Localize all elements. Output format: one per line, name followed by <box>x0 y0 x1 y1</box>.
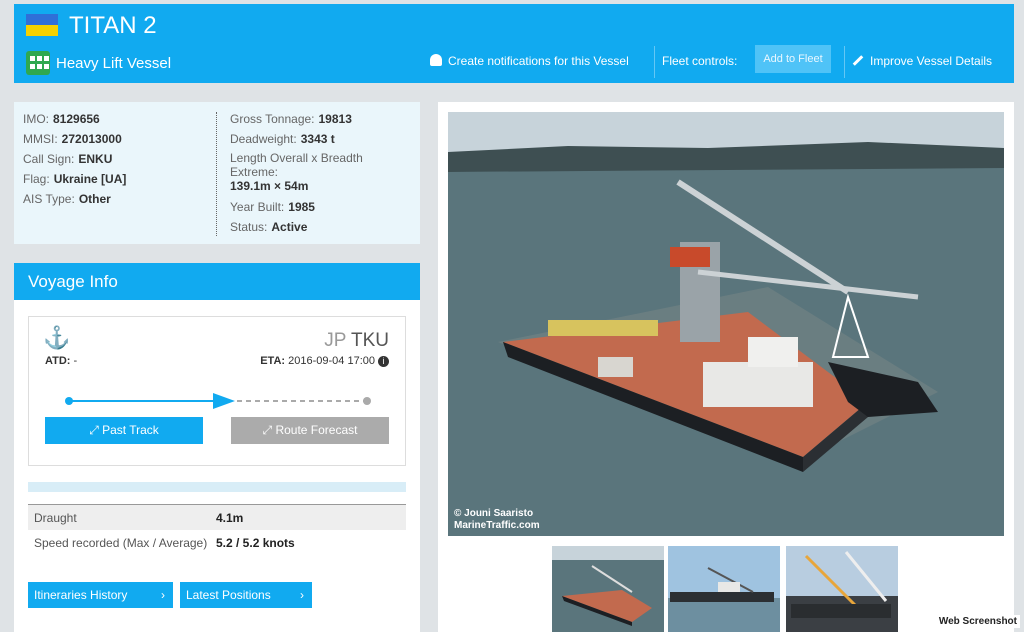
deadweight-row: Deadweight: 3343 t <box>230 132 335 146</box>
thumbnail-1[interactable] <box>552 546 664 632</box>
add-to-fleet-button[interactable]: Add to Fleet <box>755 45 831 73</box>
draught-row: Draught 4.1m <box>28 504 406 530</box>
past-track-button[interactable]: ⤢ Past Track <box>45 417 203 444</box>
details-divider <box>216 112 217 236</box>
anchor-icon: ⚓ <box>43 325 71 350</box>
route-progress <box>65 393 371 409</box>
status-row: Status: Active <box>230 220 308 234</box>
vessel-details-panel: IMO: 8129656 MMSI: 272013000 Call Sign: ENK… <box>14 102 420 244</box>
info-icon[interactable]: i <box>378 356 389 367</box>
speed-row: Speed recorded (Max / Average) 5.2 / 5.2 … <box>34 536 295 550</box>
destination-port[interactable]: JP TKU <box>324 330 389 352</box>
flag-row: Flag: Ukraine [UA] <box>23 172 127 186</box>
latest-positions-button[interactable]: Latest Positions › <box>180 582 312 608</box>
year-built-row: Year Built: 1985 <box>230 200 315 214</box>
position-arrow-icon <box>213 393 235 409</box>
photo-panel: © Jouni Saaristo MarineTraffic.com <box>438 102 1014 632</box>
dimensions-row: Length Overall x Breadth Extreme: 139.1m … <box>230 151 363 193</box>
flag-icon <box>26 14 58 36</box>
voyage-card: ⚓ ATD: - JP TKU ETA: 2016-09-04 17:00 i ⤢… <box>28 316 406 466</box>
header-divider <box>844 46 845 78</box>
create-notifications-link[interactable]: Create notifications for this Vessel <box>430 54 629 68</box>
gross-tonnage-row: Gross Tonnage: 19813 <box>230 112 352 126</box>
vessel-photo[interactable] <box>448 112 1004 536</box>
mmsi-row: MMSI: 272013000 <box>23 132 122 146</box>
atd: ATD: - <box>45 355 78 367</box>
ais-type-row: AIS Type: Other <box>23 192 111 206</box>
route-forecast-button[interactable]: ⤢ Route Forecast <box>231 417 389 444</box>
call-sign-row: Call Sign: ENKU <box>23 152 113 166</box>
stats-header <box>28 482 406 492</box>
vessel-type-icon <box>26 51 50 75</box>
itineraries-history-button[interactable]: Itineraries History › <box>28 582 173 608</box>
destination-dot <box>363 397 371 405</box>
thumbnail-2[interactable] <box>668 546 780 632</box>
improve-details-link[interactable]: Improve Vessel Details <box>852 54 992 68</box>
imo-row: IMO: 8129656 <box>23 112 100 126</box>
voyage-info-title: Voyage Info <box>14 263 420 300</box>
header-divider <box>654 46 655 78</box>
vessel-name: TITAN 2 <box>69 12 157 39</box>
vessel-type: Heavy Lift Vessel <box>56 55 172 72</box>
voyage-info-panel: ⚓ ATD: - JP TKU ETA: 2016-09-04 17:00 i ⤢… <box>14 300 420 632</box>
watermark: Web Screenshot <box>935 615 1020 628</box>
bell-icon <box>430 54 442 66</box>
vessel-header: TITAN 2 Heavy Lift Vessel Create notific… <box>14 4 1014 83</box>
photo-credit: © Jouni Saaristo MarineTraffic.com <box>454 508 540 531</box>
thumbnail-3[interactable] <box>786 546 898 632</box>
pencil-icon <box>852 55 864 66</box>
fleet-controls-label: Fleet controls: <box>662 54 738 68</box>
eta: ETA: 2016-09-04 17:00 i <box>260 355 389 367</box>
voyage-stats: Draught 4.1m Speed recorded (Max / Averag… <box>28 482 406 556</box>
